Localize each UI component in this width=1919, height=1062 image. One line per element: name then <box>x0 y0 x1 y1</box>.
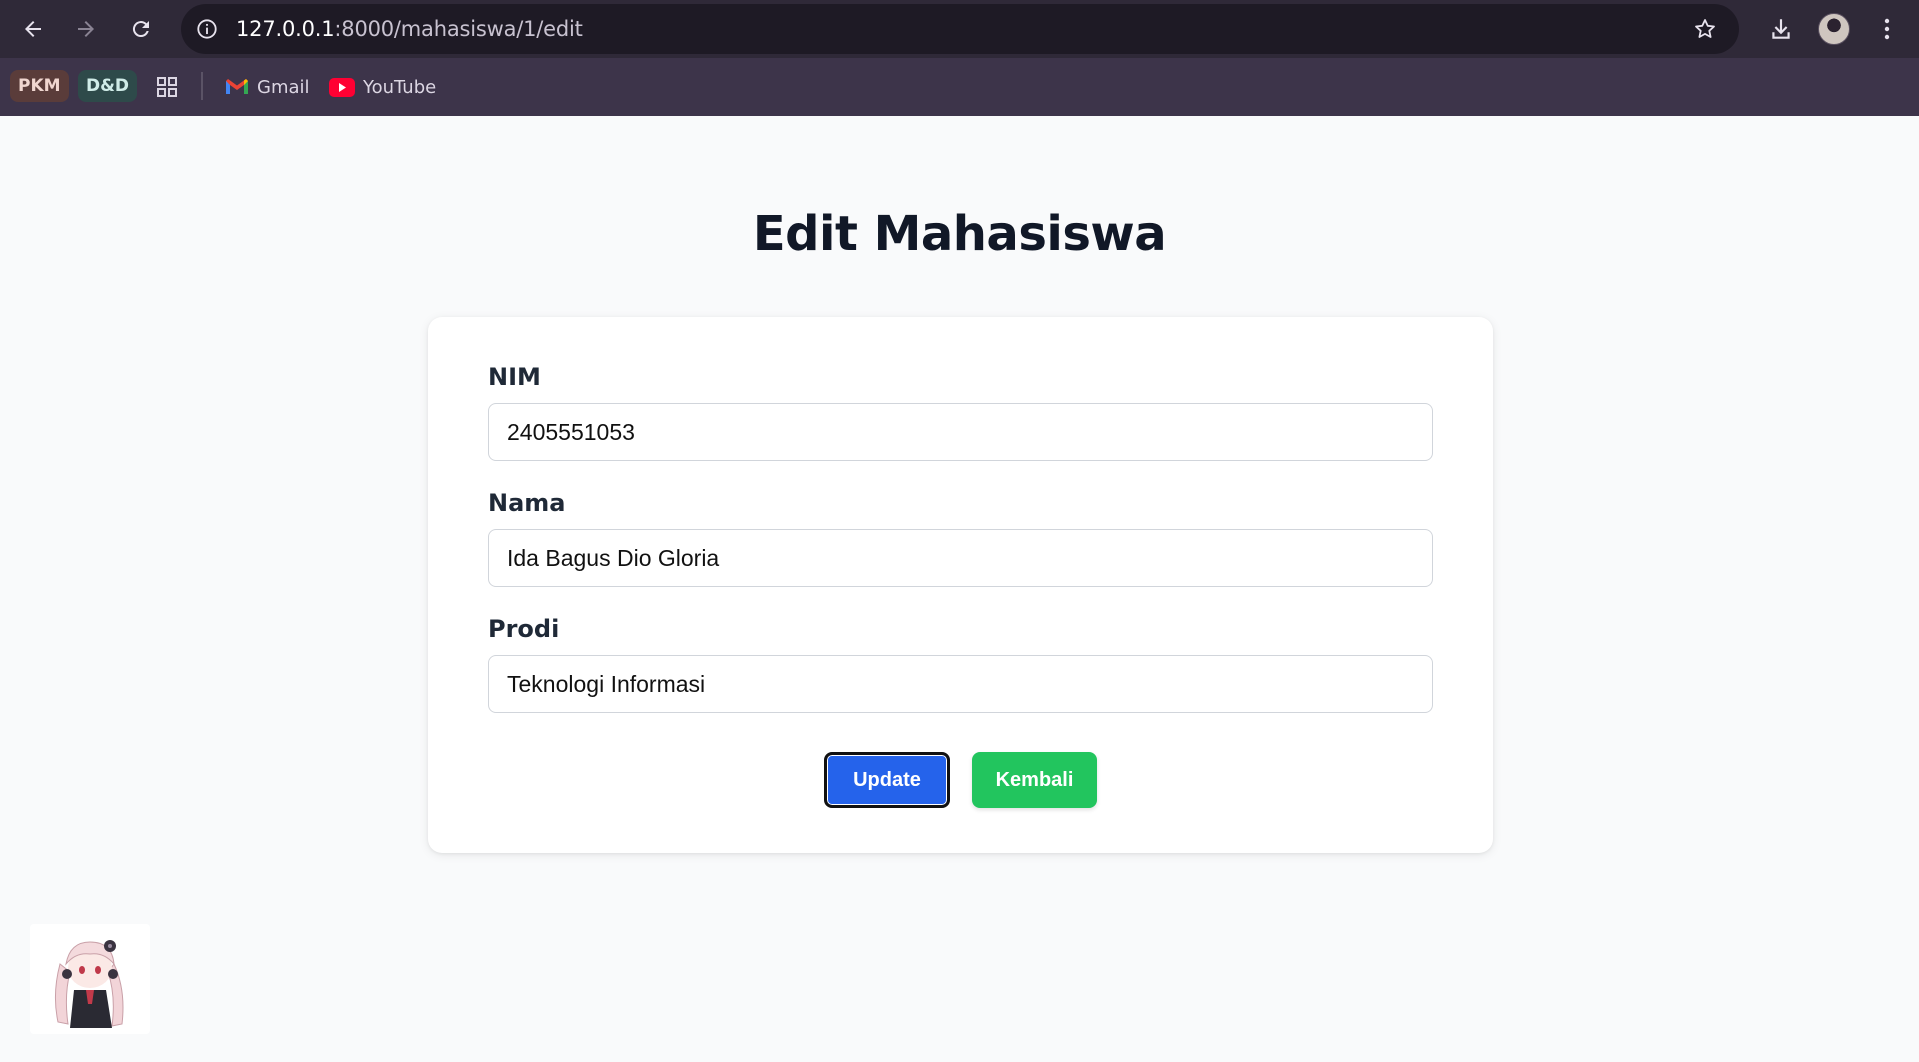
forward-button[interactable] <box>68 12 104 46</box>
download-icon[interactable] <box>1763 12 1799 46</box>
bookmark-star-icon[interactable] <box>1691 15 1719 43</box>
back-arrow-icon <box>25 21 41 37</box>
bookmark-youtube-label: YouTube <box>363 76 437 98</box>
nama-input[interactable] <box>488 529 1433 587</box>
nim-input[interactable] <box>488 403 1433 461</box>
forward-arrow-icon <box>78 21 94 37</box>
reload-icon <box>132 21 149 38</box>
url-text[interactable]: 127.0.0.1:8000/mahasiswa/1/edit <box>236 17 583 41</box>
prodi-input[interactable] <box>488 655 1433 713</box>
nama-label: Nama <box>488 489 566 517</box>
youtube-icon <box>329 77 355 97</box>
nim-label: NIM <box>488 363 541 391</box>
anime-mascot-image <box>54 940 124 1028</box>
back-button[interactable] <box>15 12 51 46</box>
bookmark-gmail-label: Gmail <box>257 76 310 98</box>
browser-chrome: 127.0.0.1:8000/mahasiswa/1/edit PKM D&D <box>0 0 1919 116</box>
page-title: Edit Mahasiswa <box>752 206 1167 262</box>
bookmark-gmail[interactable]: Gmail <box>225 71 310 103</box>
bookmark-divider <box>201 72 203 100</box>
address-bar[interactable]: 127.0.0.1:8000/mahasiswa/1/edit <box>181 4 1739 54</box>
update-button[interactable]: Update <box>824 752 950 808</box>
reload-button[interactable] <box>123 12 159 46</box>
edit-form-card: NIM Nama Prodi Update Kembali <box>428 317 1493 853</box>
url-host: 127.0.0.1 <box>236 17 335 41</box>
bookmarks-bar: PKM D&D Gmail YouTube <box>0 58 1919 116</box>
prodi-label: Prodi <box>488 615 560 643</box>
bookmark-pkm[interactable]: PKM <box>10 70 69 102</box>
kembali-button[interactable]: Kembali <box>972 752 1097 808</box>
apps-grid-icon[interactable] <box>155 71 179 103</box>
site-info-icon[interactable] <box>195 17 219 41</box>
browser-toolbar: 127.0.0.1:8000/mahasiswa/1/edit <box>0 0 1919 58</box>
profile-avatar[interactable] <box>1816 12 1852 46</box>
mascot-widget[interactable] <box>30 924 150 1034</box>
bookmark-dnd[interactable]: D&D <box>78 70 138 102</box>
url-path: :8000/mahasiswa/1/edit <box>334 17 583 41</box>
avatar <box>1818 13 1850 45</box>
gmail-icon <box>226 79 248 94</box>
menu-kebab-icon[interactable] <box>1869 12 1905 46</box>
bookmark-youtube[interactable]: YouTube <box>329 71 436 103</box>
